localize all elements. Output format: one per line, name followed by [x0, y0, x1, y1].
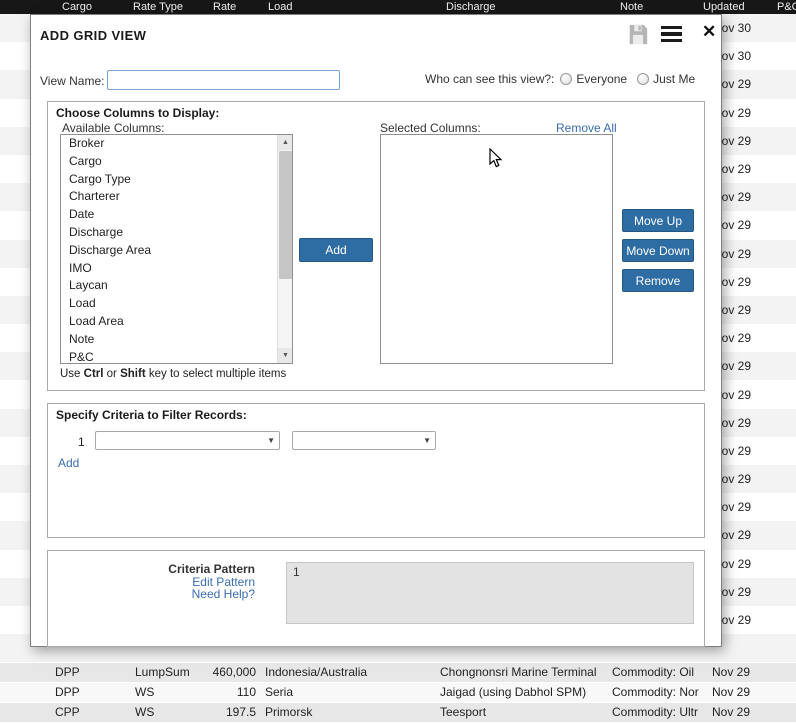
menu-icon[interactable] — [661, 26, 682, 42]
everyone-label: Everyone — [576, 72, 627, 86]
rate-cell: 197.5 — [175, 703, 256, 722]
grid-header-cell[interactable]: Updated — [703, 1, 745, 13]
load-cell: Indonesia/Australia — [265, 663, 367, 682]
grid-bottom-rows: DPP LumpSum 460,000 Indonesia/Australia … — [0, 663, 796, 723]
grid-header-cell[interactable]: Discharge — [446, 1, 496, 13]
multi-select-hint: Use Ctrl or Shift key to select multiple… — [60, 368, 286, 380]
table-row[interactable]: CPP WS 197.5 Primorsk Teesport Commodity… — [0, 703, 796, 723]
scroll-up-icon[interactable]: ▲ — [278, 135, 293, 150]
list-item[interactable]: Date — [61, 206, 276, 224]
updated-cell: Nov 29 — [712, 703, 750, 722]
save-icon[interactable] — [627, 23, 649, 45]
list-item[interactable]: Cargo — [61, 153, 276, 171]
load-cell: Seria — [265, 683, 293, 702]
list-item[interactable]: P&C — [61, 349, 276, 364]
list-item[interactable]: Laycan — [61, 277, 276, 295]
grid-header-cell[interactable]: Note — [620, 1, 643, 13]
section-title: Specify Criteria to Filter Records: — [56, 408, 247, 422]
list-item[interactable]: Load Area — [61, 313, 276, 331]
discharge-cell: Teesport — [440, 703, 486, 722]
chevron-down-icon: ▼ — [267, 436, 275, 445]
chevron-down-icon: ▼ — [423, 436, 431, 445]
grid-header-cell[interactable]: Rate — [213, 1, 236, 13]
scrollbar[interactable]: ▲ ▼ — [277, 135, 292, 363]
updated-cell: Nov 29 — [712, 663, 750, 682]
table-row[interactable]: DPP WS 110 Seria Jaigad (using Dabhol SP… — [0, 683, 796, 703]
available-columns-list[interactable]: ▲ ▼ BrokerCargoCargo TypeChartererDateDi… — [60, 134, 293, 364]
criteria-operator-select[interactable]: ▼ — [292, 431, 436, 450]
list-item[interactable]: Cargo Type — [61, 171, 276, 189]
rate-cell: 460,000 — [175, 663, 256, 682]
available-columns-label: Available Columns: — [62, 121, 165, 135]
criteria-pattern-section: Criteria Pattern Edit Pattern Need Help?… — [47, 550, 705, 647]
note-cell: Commodity: Nor — [612, 683, 708, 702]
just-me-radio[interactable] — [637, 73, 649, 85]
close-icon[interactable]: ✕ — [702, 22, 716, 42]
scroll-down-icon[interactable]: ▼ — [278, 348, 293, 363]
section-title: Choose Columns to Display: — [56, 106, 219, 120]
grid-header: Cargo Rate Type Rate Load Discharge Note Updat… — [0, 0, 796, 14]
table-row[interactable]: DPP LumpSum 460,000 Indonesia/Australia … — [0, 663, 796, 683]
cargo-cell: CPP — [55, 703, 80, 722]
choose-columns-section: Choose Columns to Display: Available Col… — [47, 101, 705, 391]
rate-type-cell: WS — [135, 703, 154, 722]
visibility-options: Who can see this view?: Everyone Just Me — [425, 72, 705, 86]
rate-cell: 110 — [175, 683, 256, 702]
everyone-radio[interactable] — [560, 73, 572, 85]
just-me-label: Just Me — [653, 72, 695, 86]
rate-type-cell: WS — [135, 683, 154, 702]
add-button[interactable]: Add — [299, 238, 373, 262]
remove-button[interactable]: Remove — [622, 269, 694, 292]
grid-header-cell[interactable]: Rate Type — [133, 1, 183, 13]
note-cell: Commodity: Ultr — [612, 703, 708, 722]
scrollbar-thumb[interactable] — [279, 151, 292, 279]
grid-header-cell[interactable]: Cargo — [62, 1, 92, 13]
filter-criteria-section: Specify Criteria to Filter Records: 1 ▼ … — [47, 403, 705, 538]
move-down-button[interactable]: Move Down — [622, 239, 694, 262]
list-item[interactable]: IMO — [61, 260, 276, 278]
view-name-label: View Name: — [40, 74, 104, 88]
grid-header-cell[interactable]: Load — [268, 1, 292, 13]
list-item[interactable]: Charterer — [61, 188, 276, 206]
cargo-cell: DPP — [55, 683, 80, 702]
remove-all-link[interactable]: Remove All — [556, 121, 617, 135]
criteria-row-number: 1 — [78, 435, 85, 449]
dialog-title: ADD GRID VIEW — [40, 28, 146, 43]
add-criteria-link[interactable]: Add — [58, 456, 79, 470]
updated-cell: Nov 29 — [712, 683, 750, 702]
note-cell: Commodity: Oil — [612, 663, 708, 682]
discharge-cell: Jaigad (using Dabhol SPM) — [440, 683, 586, 702]
criteria-field-select[interactable]: ▼ — [95, 431, 280, 450]
list-item[interactable]: Note — [61, 331, 276, 349]
need-help-link[interactable]: Need Help? — [192, 587, 255, 601]
mouse-cursor — [489, 148, 503, 168]
load-cell: Primorsk — [265, 703, 312, 722]
visibility-question: Who can see this view?: — [425, 72, 554, 86]
add-grid-view-dialog: ADD GRID VIEW ✕ View Name: Who can see t… — [30, 14, 722, 647]
view-name-input[interactable] — [107, 70, 340, 90]
grid-header-cell[interactable]: P&C — [777, 1, 796, 13]
selected-columns-list[interactable] — [380, 134, 613, 364]
list-item[interactable]: Broker — [61, 135, 276, 153]
list-item[interactable]: Discharge Area — [61, 242, 276, 260]
move-up-button[interactable]: Move Up — [622, 209, 694, 232]
list-item[interactable]: Load — [61, 295, 276, 313]
selected-columns-label: Selected Columns: — [380, 121, 481, 135]
cargo-cell: DPP — [55, 663, 80, 682]
criteria-pattern-textarea[interactable]: 1 — [286, 562, 694, 624]
list-item[interactable]: Discharge — [61, 224, 276, 242]
discharge-cell: Chongnonsri Marine Terminal — [440, 663, 597, 682]
criteria-pattern-labels: Criteria Pattern Edit Pattern Need Help? — [48, 563, 255, 601]
